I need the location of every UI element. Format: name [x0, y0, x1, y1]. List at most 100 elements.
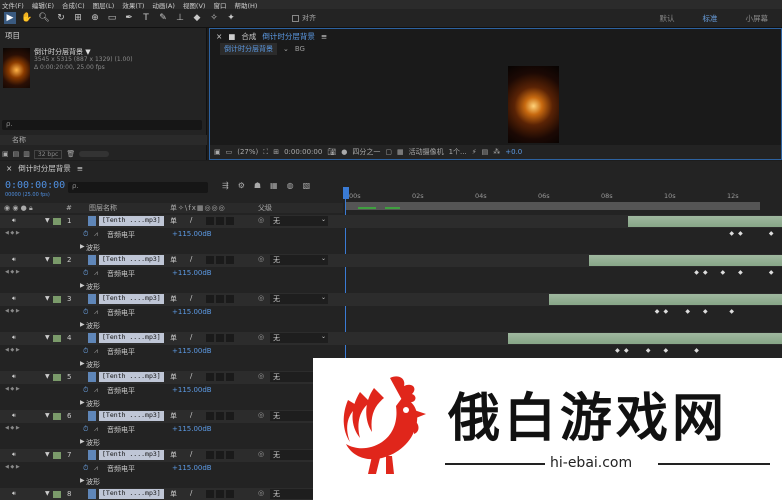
graph-icon[interactable]: ⩘ — [94, 386, 98, 395]
keyframe-icon[interactable]: ◆ — [769, 230, 774, 237]
graph-icon[interactable]: ⩘ — [94, 269, 98, 278]
expand-triangle-icon[interactable]: ▶ — [80, 321, 85, 328]
workspace-small-screen[interactable]: 小屏幕 — [746, 13, 769, 24]
audio-toggle-icon[interactable]: 🔊︎ — [12, 295, 16, 303]
layer-name[interactable]: [Tenth ....mp3] — [99, 450, 164, 460]
label-color-swatch[interactable] — [53, 491, 61, 498]
layer-row[interactable]: 🔊︎ ▼ 4 [Tenth ....mp3] 单 / ◎ 无 ⌄ — [0, 332, 782, 345]
keyframe-icon[interactable]: ◆ — [694, 269, 699, 276]
switch-box[interactable] — [206, 256, 214, 264]
close-icon[interactable]: × — [6, 164, 12, 173]
interpret-footage-icon[interactable]: ▣ — [2, 150, 9, 158]
parent-dropdown[interactable]: 无⌄ — [270, 255, 328, 265]
zoom-dropdown[interactable]: (27%) — [237, 148, 258, 156]
shy-switch-icon[interactable]: 单 — [170, 255, 177, 265]
audio-toggle-icon[interactable]: 🔊︎ — [12, 412, 16, 420]
label-color-swatch[interactable] — [53, 452, 61, 459]
fast-preview-icon[interactable]: ⚡︎ — [472, 148, 477, 156]
parent-header[interactable]: 父级 — [258, 203, 272, 213]
switch-box[interactable] — [216, 412, 224, 420]
timeline-tab-name[interactable]: 倒计时分层背景 — [18, 163, 71, 174]
audio-toggle-icon[interactable]: 🔊︎ — [12, 373, 16, 381]
parent-dropdown[interactable]: 无⌄ — [270, 294, 328, 304]
chevron-down-icon[interactable]: ⌄ — [283, 45, 289, 53]
expand-triangle-icon[interactable]: ▼ — [45, 373, 50, 380]
pick-whip-icon[interactable]: ◎ — [258, 489, 264, 497]
timeline-icon[interactable]: ▤ — [482, 148, 489, 156]
switch-box[interactable] — [206, 217, 214, 225]
property-value[interactable]: +115.00dB — [172, 347, 212, 355]
audio-toggle-icon[interactable]: 🔊︎ — [12, 490, 16, 498]
layer-duration-bar[interactable] — [507, 333, 782, 344]
switch-box[interactable] — [226, 412, 234, 420]
lock-icon[interactable]: ■ — [228, 32, 235, 41]
property-value[interactable]: +115.00dB — [172, 308, 212, 316]
exposure-value[interactable]: +0.0 — [505, 148, 522, 156]
region-of-interest-icon[interactable]: ▢ — [385, 148, 392, 156]
expand-triangle-icon[interactable]: ▼ — [45, 412, 50, 419]
quality-switch-icon[interactable]: / — [190, 216, 192, 224]
stopwatch-icon[interactable]: ⏱︎ — [83, 425, 88, 434]
always-preview-icon[interactable]: ▣ — [214, 148, 221, 156]
shy-switch-icon[interactable]: 单 — [170, 372, 177, 382]
keyframe-icon[interactable]: ◆ — [663, 347, 668, 354]
property-value[interactable]: +115.00dB — [172, 425, 212, 433]
keyframe-icon[interactable]: ◆ — [646, 347, 651, 354]
stopwatch-icon[interactable]: ⏱︎ — [83, 269, 88, 278]
layer-name-header[interactable]: 图层名称 — [89, 203, 117, 213]
switch-box[interactable] — [226, 451, 234, 459]
rectangle-tool-icon[interactable]: ▭ — [106, 12, 118, 24]
expand-triangle-icon[interactable]: ▶ — [80, 243, 85, 250]
label-color-swatch[interactable] — [53, 413, 61, 420]
property-value[interactable]: +115.00dB — [172, 464, 212, 472]
keyframe-navigator-icon[interactable]: ◀ ◆ ▶ — [5, 386, 20, 392]
expand-triangle-icon[interactable]: ▼ — [45, 256, 50, 263]
label-color-swatch[interactable] — [53, 374, 61, 381]
pick-whip-icon[interactable]: ◎ — [258, 372, 264, 380]
switch-box[interactable] — [226, 490, 234, 498]
quality-switch-icon[interactable]: / — [190, 294, 192, 302]
graph-icon[interactable]: ⩘ — [94, 425, 98, 434]
layer-row[interactable]: 🔊︎ ▼ 1 [Tenth ....mp3] 单 / ◎ 无 ⌄ — [0, 215, 782, 228]
layer-duration-bar[interactable] — [549, 294, 782, 305]
keyframe-icon[interactable]: ◆ — [624, 347, 629, 354]
shy-switch-icon[interactable]: 单 — [170, 294, 177, 304]
shy-switch-icon[interactable]: 单 — [170, 489, 177, 499]
quality-switch-icon[interactable]: / — [190, 255, 192, 263]
switch-box[interactable] — [216, 217, 224, 225]
keyframe-icon[interactable]: ◆ — [729, 308, 734, 315]
camera-tool-icon[interactable]: ⊞ — [72, 12, 84, 24]
pick-whip-icon[interactable]: ◎ — [258, 411, 264, 419]
keyframe-icon[interactable]: ◆ — [729, 230, 734, 237]
shy-switch-icon[interactable]: 单 — [170, 450, 177, 460]
layer-name[interactable]: [Tenth ....mp3] — [99, 333, 164, 343]
expand-triangle-icon[interactable]: ▶ — [80, 477, 85, 484]
keyframe-icon[interactable]: ◆ — [663, 308, 668, 315]
pen-tool-icon[interactable]: ✒ — [123, 12, 135, 24]
property-value[interactable]: +115.00dB — [172, 230, 212, 238]
project-search-input[interactable]: ρ. — [2, 120, 202, 130]
label-color-swatch[interactable] — [53, 335, 61, 342]
switch-box[interactable] — [226, 217, 234, 225]
property-value[interactable]: +115.00dB — [172, 269, 212, 277]
label-color-swatch[interactable] — [53, 257, 61, 264]
keyframe-icon[interactable]: ◆ — [685, 308, 690, 315]
channel-icon[interactable]: ● — [341, 148, 347, 156]
keyframe-navigator-icon[interactable]: ◀ ◆ ▶ — [5, 308, 20, 314]
label-color-swatch[interactable] — [53, 296, 61, 303]
expand-triangle-icon[interactable]: ▶ — [80, 360, 85, 367]
switch-box[interactable] — [206, 490, 214, 498]
project-panel-title[interactable]: 项目 — [0, 28, 206, 42]
layer-duration-bar[interactable] — [628, 216, 782, 227]
hand-tool-icon[interactable]: ✋ — [21, 12, 33, 24]
audio-toggle-icon[interactable]: 🔊︎ — [12, 256, 16, 264]
selection-tool-icon[interactable]: ▶ — [4, 12, 16, 24]
switch-box[interactable] — [226, 295, 234, 303]
switch-box[interactable] — [216, 490, 224, 498]
align-checkbox[interactable]: 对齐 — [292, 13, 316, 23]
zoom-tool-icon[interactable]: 🔍︎ — [38, 12, 50, 24]
expand-triangle-icon[interactable]: ▶ — [80, 399, 85, 406]
switch-box[interactable] — [226, 256, 234, 264]
expand-triangle-icon[interactable]: ▼ — [45, 451, 50, 458]
audio-toggle-icon[interactable]: 🔊︎ — [12, 334, 16, 342]
